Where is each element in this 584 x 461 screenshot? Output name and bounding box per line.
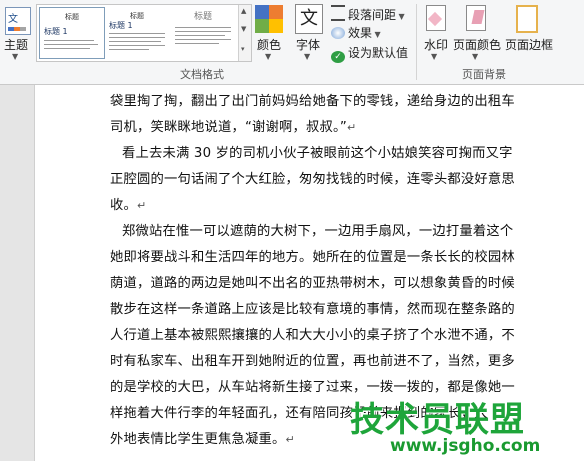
style-thumb[interactable]: 标题	[171, 7, 235, 57]
group-separator	[416, 4, 417, 80]
more-icon[interactable]: ▾	[241, 45, 245, 53]
set-default-button[interactable]: ✓ 设为默认值	[331, 44, 408, 63]
text-line: 正腔圆的一句话闹了个大红脸，匆匆找钱的时候，连零头都没好意思	[110, 172, 515, 187]
page-border-label: 页面边框	[505, 38, 554, 52]
page-color-label: 页面颜色	[453, 38, 502, 52]
watermark-url: www.jsgho.com	[390, 436, 541, 456]
group-label-page-bg: 页面背景	[462, 68, 506, 81]
fonts-label: 字体	[296, 38, 321, 52]
watermark-label: 水印	[424, 38, 449, 52]
chevron-up-icon[interactable]: ▲	[241, 7, 246, 15]
group-label-doc-format: 文档格式	[180, 68, 224, 81]
style-thumb[interactable]: 标题 标题 1	[105, 7, 169, 57]
paragraph-spacing-icon	[331, 5, 345, 21]
paragraph-mark-icon: ↵	[285, 433, 295, 446]
ribbon: 文 主题 ▼ 标题 标题 1 标题 标题 1 标题 ▲ ▼ ▾ 颜色 ▼ 文 字…	[0, 0, 584, 85]
text-line: 收。↵	[110, 198, 147, 213]
paragraph-spacing-button[interactable]: 段落间距 ▼	[331, 5, 405, 23]
page-border-icon	[516, 5, 538, 33]
text-line: 人行道上基本被熙熙攘攘的人和大大小小的桌子挤了个水泄不通，不	[110, 328, 515, 343]
watermark-icon	[426, 5, 446, 31]
chevron-down-icon[interactable]: ▼	[241, 25, 246, 33]
style-thumb[interactable]: 标题 标题 1	[39, 7, 105, 59]
chevron-down-icon: ▼	[431, 52, 438, 61]
theme-label: 主题	[4, 38, 29, 52]
paragraph-mark-icon: ↵	[137, 199, 147, 212]
text-line: 司机，笑眯眯地说道，“谢谢啊，叔叔。”↵	[110, 120, 357, 135]
chevron-down-icon: ▼	[472, 52, 479, 61]
theme-color-bar	[8, 27, 26, 31]
gallery-scrollbar[interactable]: ▲ ▼ ▾	[238, 5, 251, 61]
site-watermark: 技术员联盟 www.jsgho.com	[350, 392, 540, 461]
page-color-icon	[466, 5, 486, 31]
chevron-down-icon: ▼	[396, 12, 405, 21]
effects-icon	[331, 27, 345, 39]
text-line: 她即将要战斗和生活四年的地方。她所在的位置是一条长长的校园林	[110, 250, 515, 265]
paragraph-mark-icon: ↵	[346, 121, 357, 134]
text-line: 时有私家车、出租车开到她附近的位置，再也前进不了，当然，更多	[110, 354, 515, 369]
style-gallery: 标题 标题 1 标题 标题 1 标题 ▲ ▼ ▾	[36, 4, 252, 62]
text-line: 荫道，道路的两边是她叫不出名的亚热带树木，可以想象黄昏的时候	[110, 276, 515, 291]
chevron-down-icon: ▼	[265, 52, 272, 61]
text-line: 散步在这样一条道路上应该是比较有意境的事情，然而现在整条路的	[110, 302, 515, 317]
text-line: 外地表情比学生更焦急凝重。↵	[110, 432, 295, 447]
colors-label: 颜色	[257, 38, 282, 52]
font-icon: 文	[295, 4, 323, 34]
color-palette-icon	[255, 5, 283, 33]
text-line: 看上去未满 30 岁的司机小伙子被眼前这个小姑娘笑容可掬而又字	[122, 146, 513, 161]
chevron-down-icon: ▼	[372, 30, 381, 39]
text-line: 郑微站在惟一可以遮荫的大树下，一边用手扇风，一边打量着这个	[122, 224, 514, 239]
effects-button[interactable]: 效果 ▼	[331, 24, 381, 41]
text-line: 袋里掏了掏，翻出了出门前妈妈给她备下的零钱，递给身边的出租车	[110, 94, 515, 109]
chevron-down-icon: ▼	[12, 52, 19, 61]
watermark-logo-text: 技术员联盟	[350, 400, 525, 440]
chevron-down-icon: ▼	[304, 52, 311, 61]
theme-icon: 文	[5, 7, 31, 35]
check-icon: ✓	[331, 51, 345, 63]
